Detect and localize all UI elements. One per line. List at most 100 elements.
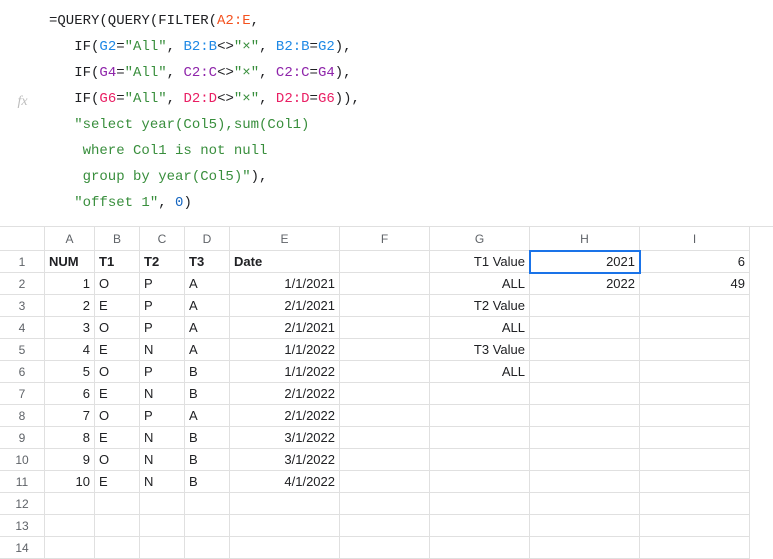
cell-E11[interactable]: 4/1/2022 — [230, 471, 340, 493]
cell-D4[interactable]: A — [185, 317, 230, 339]
row-header-10[interactable]: 10 — [0, 449, 45, 471]
cell-E5[interactable]: 1/1/2022 — [230, 339, 340, 361]
cell-G5[interactable]: T3 Value — [430, 339, 530, 361]
col-header-F[interactable]: F — [340, 227, 430, 251]
cell-G7[interactable] — [430, 383, 530, 405]
cell-E12[interactable] — [230, 493, 340, 515]
cell-E14[interactable] — [230, 537, 340, 559]
cell-E13[interactable] — [230, 515, 340, 537]
cell-C13[interactable] — [140, 515, 185, 537]
cell-H8[interactable] — [530, 405, 640, 427]
cell-F6[interactable] — [340, 361, 430, 383]
cell-C7[interactable]: N — [140, 383, 185, 405]
cell-H9[interactable] — [530, 427, 640, 449]
row-header-13[interactable]: 13 — [0, 515, 45, 537]
cell-A13[interactable] — [45, 515, 95, 537]
cell-A3[interactable]: 2 — [45, 295, 95, 317]
cell-C10[interactable]: N — [140, 449, 185, 471]
cell-G13[interactable] — [430, 515, 530, 537]
cell-D7[interactable]: B — [185, 383, 230, 405]
cell-G12[interactable] — [430, 493, 530, 515]
cell-B14[interactable] — [95, 537, 140, 559]
cell-H6[interactable] — [530, 361, 640, 383]
cell-I5[interactable] — [640, 339, 750, 361]
cell-C14[interactable] — [140, 537, 185, 559]
cell-A1[interactable]: NUM — [45, 251, 95, 273]
cell-B3[interactable]: E — [95, 295, 140, 317]
cell-D5[interactable]: A — [185, 339, 230, 361]
row-header-5[interactable]: 5 — [0, 339, 45, 361]
row-header-4[interactable]: 4 — [0, 317, 45, 339]
cell-F4[interactable] — [340, 317, 430, 339]
cell-F7[interactable] — [340, 383, 430, 405]
cell-A11[interactable]: 10 — [45, 471, 95, 493]
select-all-corner[interactable] — [0, 227, 45, 251]
col-header-C[interactable]: C — [140, 227, 185, 251]
formula-text[interactable]: =QUERY(QUERY(FILTER(A2:E, IF(G2="All", B… — [45, 6, 360, 220]
cell-F8[interactable] — [340, 405, 430, 427]
cell-A5[interactable]: 4 — [45, 339, 95, 361]
cell-D8[interactable]: A — [185, 405, 230, 427]
cell-G9[interactable] — [430, 427, 530, 449]
row-header-12[interactable]: 12 — [0, 493, 45, 515]
cell-E6[interactable]: 1/1/2022 — [230, 361, 340, 383]
cell-E1[interactable]: Date — [230, 251, 340, 273]
cell-B7[interactable]: E — [95, 383, 140, 405]
cell-B10[interactable]: O — [95, 449, 140, 471]
cell-F11[interactable] — [340, 471, 430, 493]
cell-H5[interactable] — [530, 339, 640, 361]
cell-C4[interactable]: P — [140, 317, 185, 339]
cell-I2[interactable]: 49 — [640, 273, 750, 295]
cell-H13[interactable] — [530, 515, 640, 537]
cell-D13[interactable] — [185, 515, 230, 537]
cell-C6[interactable]: P — [140, 361, 185, 383]
cell-G6[interactable]: ALL — [430, 361, 530, 383]
cell-I1[interactable]: 6 — [640, 251, 750, 273]
cell-B5[interactable]: E — [95, 339, 140, 361]
cell-E10[interactable]: 3/1/2022 — [230, 449, 340, 471]
cell-E9[interactable]: 3/1/2022 — [230, 427, 340, 449]
cell-G14[interactable] — [430, 537, 530, 559]
col-header-I[interactable]: I — [640, 227, 750, 251]
cell-F10[interactable] — [340, 449, 430, 471]
cell-A4[interactable]: 3 — [45, 317, 95, 339]
row-header-3[interactable]: 3 — [0, 295, 45, 317]
cell-B8[interactable]: O — [95, 405, 140, 427]
cell-H2[interactable]: 2022 — [530, 273, 640, 295]
row-header-8[interactable]: 8 — [0, 405, 45, 427]
cell-H10[interactable] — [530, 449, 640, 471]
row-header-1[interactable]: 1 — [0, 251, 45, 273]
cell-B12[interactable] — [95, 493, 140, 515]
cell-E3[interactable]: 2/1/2021 — [230, 295, 340, 317]
cell-D12[interactable] — [185, 493, 230, 515]
cell-F13[interactable] — [340, 515, 430, 537]
cell-C8[interactable]: P — [140, 405, 185, 427]
col-header-B[interactable]: B — [95, 227, 140, 251]
cell-A8[interactable]: 7 — [45, 405, 95, 427]
cell-H11[interactable] — [530, 471, 640, 493]
col-header-H[interactable]: H — [530, 227, 640, 251]
cell-B9[interactable]: E — [95, 427, 140, 449]
cell-H3[interactable] — [530, 295, 640, 317]
cell-A10[interactable]: 9 — [45, 449, 95, 471]
cell-E4[interactable]: 2/1/2021 — [230, 317, 340, 339]
cell-I4[interactable] — [640, 317, 750, 339]
cell-B13[interactable] — [95, 515, 140, 537]
cell-D9[interactable]: B — [185, 427, 230, 449]
cell-D14[interactable] — [185, 537, 230, 559]
cell-C2[interactable]: P — [140, 273, 185, 295]
cell-F5[interactable] — [340, 339, 430, 361]
col-header-E[interactable]: E — [230, 227, 340, 251]
cell-D2[interactable]: A — [185, 273, 230, 295]
row-header-2[interactable]: 2 — [0, 273, 45, 295]
cell-C12[interactable] — [140, 493, 185, 515]
row-header-11[interactable]: 11 — [0, 471, 45, 493]
cell-B6[interactable]: O — [95, 361, 140, 383]
cell-G10[interactable] — [430, 449, 530, 471]
cell-B4[interactable]: O — [95, 317, 140, 339]
cell-A2[interactable]: 1 — [45, 273, 95, 295]
cell-F14[interactable] — [340, 537, 430, 559]
cell-F1[interactable] — [340, 251, 430, 273]
cell-D10[interactable]: B — [185, 449, 230, 471]
cell-A9[interactable]: 8 — [45, 427, 95, 449]
